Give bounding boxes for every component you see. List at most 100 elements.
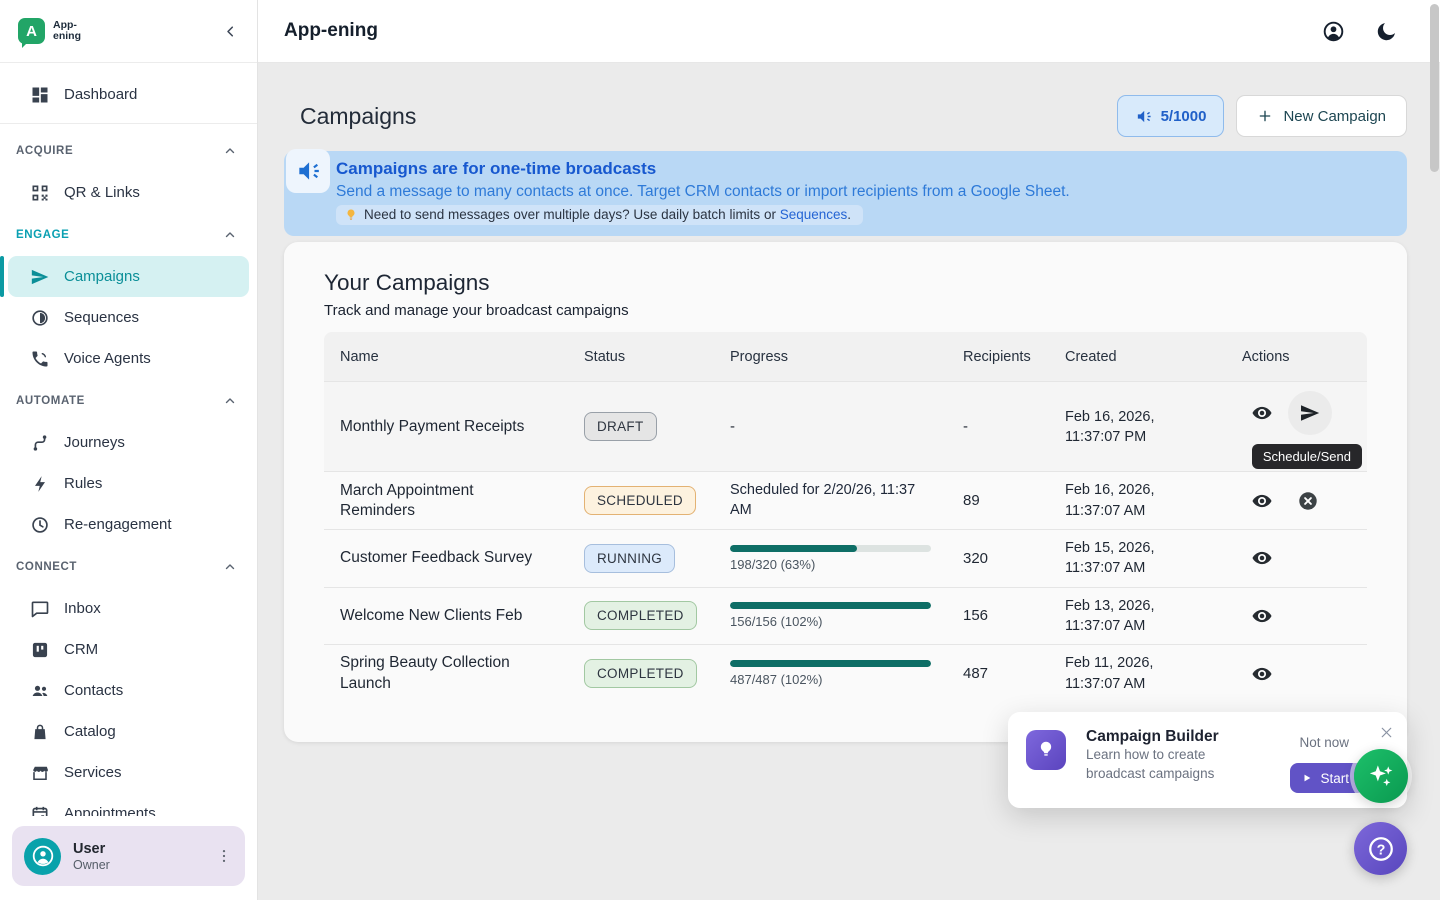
- eye-icon: [1251, 490, 1273, 512]
- progress-bar: [730, 660, 931, 667]
- help-fab[interactable]: ?: [1354, 822, 1407, 875]
- user-card[interactable]: User Owner: [12, 826, 245, 886]
- sidebar-item-sequences[interactable]: Sequences: [0, 297, 257, 338]
- sidebar-divider: [0, 123, 257, 124]
- card-title: Your Campaigns: [324, 270, 1367, 296]
- sidebar: A App-ening Dashboard ACQUIRE QR & Links…: [0, 0, 258, 900]
- sidebar-item-contacts[interactable]: Contacts: [0, 670, 257, 711]
- schedule-send-tooltip: Schedule/Send: [1252, 444, 1362, 469]
- user-menu-button[interactable]: [211, 843, 237, 869]
- account-button[interactable]: [1322, 20, 1345, 43]
- sidebar-item-inbox-label: Inbox: [64, 600, 101, 617]
- sidebar-item-dashboard-label: Dashboard: [64, 86, 137, 103]
- sidebar-item-voice-agents-label: Voice Agents: [64, 350, 151, 367]
- popup-close-button[interactable]: [1378, 724, 1395, 741]
- sidebar-item-dashboard[interactable]: Dashboard: [0, 72, 257, 117]
- sequences-link[interactable]: Sequences: [780, 207, 848, 222]
- phone-icon: [30, 349, 50, 369]
- play-icon: [1302, 773, 1312, 783]
- quota-text: 5/1000: [1161, 108, 1207, 125]
- sidebar-item-inbox[interactable]: Inbox: [0, 588, 257, 629]
- user-avatar: [24, 838, 61, 875]
- table-row[interactable]: Spring Beauty Collection Launch COMPLETE…: [324, 645, 1367, 702]
- table-row[interactable]: March Appointment Reminders SCHEDULED Sc…: [324, 472, 1367, 530]
- progress-bar-fill: [730, 545, 857, 552]
- sidebar-item-journeys-label: Journeys: [64, 434, 125, 451]
- view-button[interactable]: [1242, 538, 1282, 578]
- chevron-up-icon: [223, 560, 237, 574]
- qr-code-icon: [30, 183, 50, 203]
- sidebar-collapse-button[interactable]: [222, 23, 239, 40]
- dark-mode-toggle[interactable]: [1375, 20, 1398, 43]
- sidebar-item-catalog[interactable]: Catalog: [0, 711, 257, 752]
- lightning-icon: [30, 474, 50, 494]
- lightbulb-emoji-icon: [344, 208, 358, 222]
- chat-square-icon: [30, 599, 50, 619]
- progress-cell: 156/156 (102%): [714, 587, 947, 645]
- sidebar-item-appointments[interactable]: Appointments: [0, 793, 257, 816]
- progress-cell: 198/320 (63%): [714, 530, 947, 588]
- section-automate-label: AUTOMATE: [16, 395, 85, 407]
- chevron-up-icon: [223, 144, 237, 158]
- recipients-cell: 89: [947, 472, 1049, 530]
- sequences-icon: [30, 308, 50, 328]
- table-row[interactable]: Monthly Payment Receipts DRAFT - - Feb 1…: [324, 382, 1367, 472]
- sidebar-header: A App-ening: [0, 0, 257, 63]
- scrollbar-thumb[interactable]: [1430, 4, 1439, 172]
- table-row[interactable]: Welcome New Clients Feb COMPLETED 156/15…: [324, 587, 1367, 645]
- sidebar-item-voice-agents[interactable]: Voice Agents: [0, 338, 257, 379]
- progress-cell: -: [714, 382, 947, 472]
- created-cell: Feb 11, 2026, 11:37:07 AM: [1049, 645, 1226, 702]
- tip-period: .: [847, 207, 851, 222]
- sidebar-item-services[interactable]: Services: [0, 752, 257, 793]
- view-button[interactable]: [1242, 654, 1282, 694]
- sidebar-item-journeys[interactable]: Journeys: [0, 422, 257, 463]
- progress-label: 487/487 (102%): [730, 672, 931, 687]
- clock-icon: [30, 515, 50, 535]
- send-icon: [30, 267, 50, 287]
- cancel-button[interactable]: [1288, 481, 1328, 521]
- section-connect-label: CONNECT: [16, 561, 77, 573]
- sidebar-section-engage[interactable]: ENGAGE: [0, 213, 257, 256]
- progress-label: 156/156 (102%): [730, 614, 931, 629]
- sidebar-item-campaigns-label: Campaigns: [64, 268, 140, 285]
- progress-label: 198/320 (63%): [730, 557, 931, 572]
- created-cell: Feb 13, 2026, 11:37:07 AM: [1049, 587, 1226, 645]
- lightbulb-icon: [1035, 739, 1057, 761]
- progress-cell: 487/487 (102%): [714, 645, 947, 702]
- sidebar-item-sequences-label: Sequences: [64, 309, 139, 326]
- view-button[interactable]: [1242, 393, 1282, 433]
- status-badge: RUNNING: [584, 544, 675, 573]
- user-role: Owner: [73, 858, 110, 872]
- sidebar-item-crm-label: CRM: [64, 641, 98, 658]
- calendar-icon: [30, 804, 50, 817]
- view-button[interactable]: [1242, 481, 1282, 521]
- sidebar-item-qr-links[interactable]: QR & Links: [0, 172, 257, 213]
- sidebar-item-re-engagement-label: Re-engagement: [64, 516, 172, 533]
- schedule-send-button[interactable]: [1288, 391, 1332, 435]
- sidebar-section-automate[interactable]: AUTOMATE: [0, 379, 257, 422]
- sidebar-item-rules[interactable]: Rules: [0, 463, 257, 504]
- status-badge: COMPLETED: [584, 659, 697, 688]
- sidebar-item-campaigns[interactable]: Campaigns: [8, 256, 249, 297]
- sidebar-item-appointments-label: Appointments: [64, 805, 156, 816]
- recipients-cell: 487: [947, 645, 1049, 702]
- start-label: Start: [1320, 771, 1349, 786]
- sidebar-item-crm[interactable]: CRM: [0, 629, 257, 670]
- table-row[interactable]: Customer Feedback Survey RUNNING 198/320…: [324, 530, 1367, 588]
- campaign-name: Monthly Payment Receipts: [324, 382, 568, 472]
- app-logo[interactable]: A App-ening: [18, 18, 81, 44]
- recipients-cell: -: [947, 382, 1049, 472]
- view-button[interactable]: [1242, 596, 1282, 636]
- ai-assistant-fab[interactable]: [1354, 749, 1408, 803]
- new-campaign-button[interactable]: New Campaign: [1236, 95, 1407, 137]
- page-header: Campaigns 5/1000 New Campaign: [284, 95, 1407, 137]
- campaign-quota-badge[interactable]: 5/1000: [1117, 95, 1225, 137]
- sidebar-section-connect[interactable]: CONNECT: [0, 545, 257, 588]
- banner-megaphone-badge: [286, 149, 330, 193]
- eye-icon: [1251, 402, 1273, 424]
- sidebar-section-acquire[interactable]: ACQUIRE: [0, 129, 257, 172]
- not-now-button[interactable]: Not now: [1299, 735, 1349, 750]
- sidebar-item-re-engagement[interactable]: Re-engagement: [0, 504, 257, 545]
- chevron-left-icon: [222, 23, 239, 40]
